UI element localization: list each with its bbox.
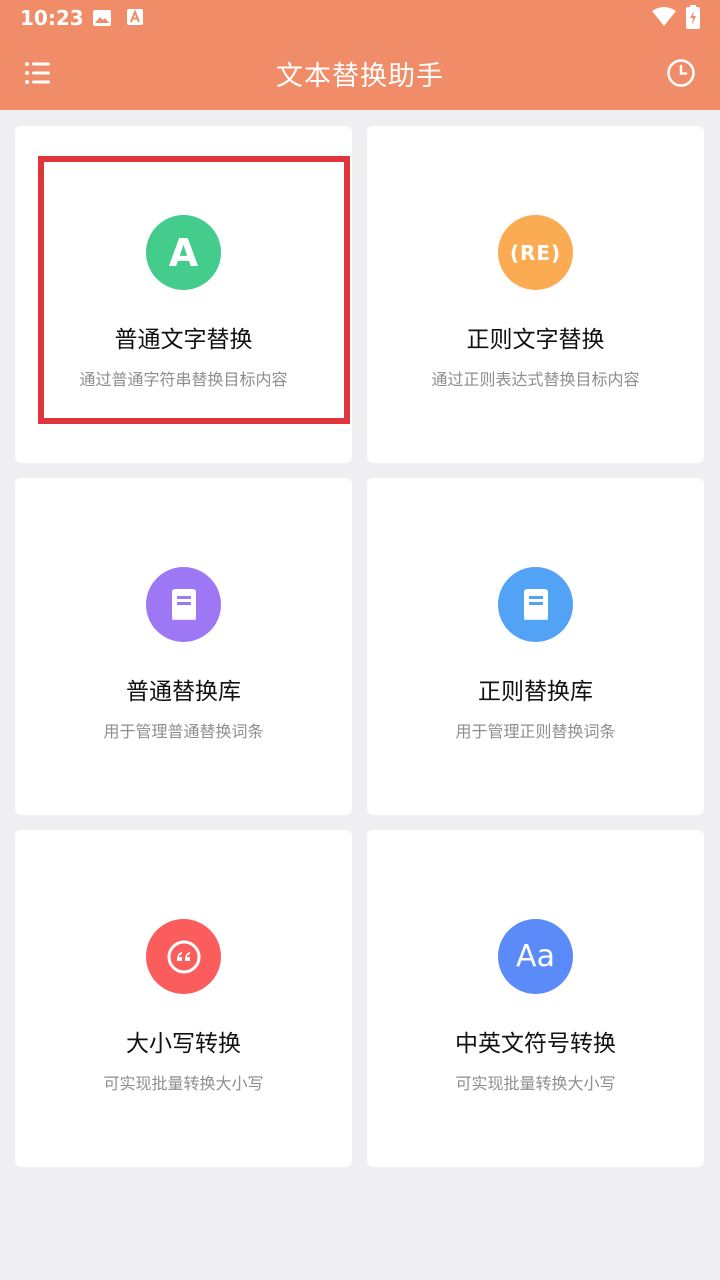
card-title: 普通文字替换 [114, 327, 253, 353]
image-notification-icon [93, 10, 111, 26]
card-title: 正则文字替换 [466, 327, 605, 353]
card-regex-library[interactable]: 正则替换库 用于管理正则替换词条 [367, 478, 704, 815]
status-time: 10:23 [20, 6, 84, 30]
font-notification-icon [127, 9, 143, 25]
history-clock-icon[interactable] [666, 58, 696, 88]
card-title: 大小写转换 [126, 1031, 241, 1057]
wifi-icon [652, 7, 676, 26]
card-symbol-convert[interactable]: Aa 中英文符号转换 可实现批量转换大小写 [367, 830, 704, 1167]
quote-icon [146, 919, 221, 994]
card-case-convert[interactable]: 大小写转换 可实现批量转换大小写 [15, 830, 352, 1167]
card-title: 普通替换库 [126, 679, 241, 705]
card-subtitle: 用于管理普通替换词条 [103, 722, 264, 741]
book-icon [498, 567, 573, 642]
regex-icon: (RE) [498, 215, 573, 290]
card-normal-text-replace[interactable]: A 普通文字替换 通过普通字符串替换目标内容 [15, 126, 352, 463]
card-subtitle: 可实现批量转换大小写 [455, 1074, 616, 1093]
card-subtitle: 通过普通字符串替换目标内容 [79, 370, 288, 389]
card-subtitle: 通过正则表达式替换目标内容 [431, 370, 640, 389]
card-normal-library[interactable]: 普通替换库 用于管理普通替换词条 [15, 478, 352, 815]
card-regex-text-replace[interactable]: (RE) 正则文字替换 通过正则表达式替换目标内容 [367, 126, 704, 463]
card-title: 中英文符号转换 [455, 1031, 616, 1057]
card-subtitle: 用于管理正则替换词条 [455, 722, 616, 741]
status-bar: 10:23 [0, 0, 720, 36]
letter-a-icon: A [146, 215, 221, 290]
page-title: 文本替换助手 [276, 61, 444, 92]
card-subtitle: 可实现批量转换大小写 [103, 1074, 264, 1093]
app-bar: 文本替换助手 [0, 36, 720, 110]
aa-icon: Aa [498, 919, 573, 994]
battery-icon [686, 5, 700, 29]
card-title: 正则替换库 [478, 679, 593, 705]
book-icon [146, 567, 221, 642]
